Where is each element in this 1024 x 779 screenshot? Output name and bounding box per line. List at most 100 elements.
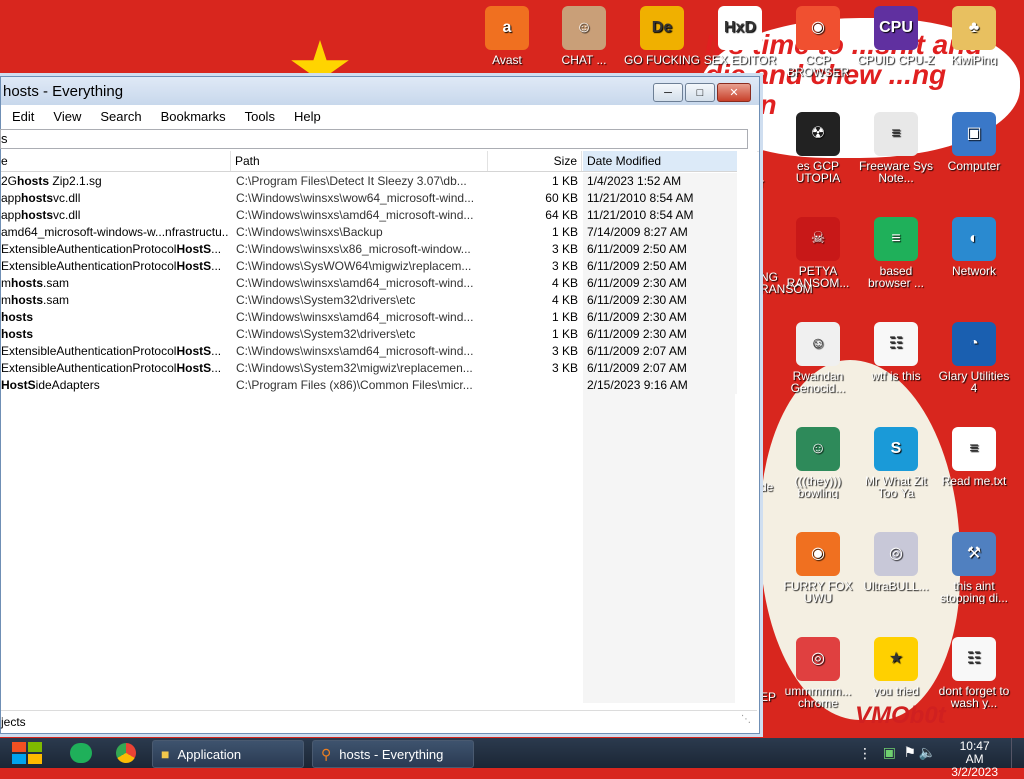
desktop-icon[interactable]: De GO FUCKING: [623, 6, 701, 66]
volume-icon[interactable]: 🔈: [919, 744, 936, 761]
desktop-icon[interactable]: ◉ CCP BROWSER: [779, 6, 857, 78]
desktop-icon[interactable]: ≡ Read me.txt: [935, 427, 1013, 487]
desktop-icon[interactable]: ☠ PETYA RANSOM...: [779, 217, 857, 289]
taskbar-item-everything[interactable]: ⚲ hosts - Everything: [312, 740, 474, 768]
row-name-match: hosts: [11, 276, 44, 290]
desktop-icon[interactable]: HxD SEX EDITOR: [701, 6, 779, 66]
row-name-part: ExtensibleAuthenticationProtocol: [1, 259, 177, 273]
table-row[interactable]: ExtensibleAuthenticationProtocolHostS...…: [1, 360, 737, 377]
column-header-name[interactable]: e: [1, 151, 231, 171]
pinned-chrome-icon[interactable]: [116, 743, 136, 763]
close-button[interactable]: ✕: [717, 83, 751, 102]
menu-view[interactable]: View: [42, 109, 89, 124]
desktop-icon[interactable]: ♣ KiwiPing: [935, 6, 1013, 66]
row-path: C:\Windows\winsxs\amd64_microsoft-wind..…: [236, 276, 474, 290]
desktop-icon[interactable]: ≡ based browser ...: [857, 217, 935, 289]
desktop-icon[interactable]: ◎ ummmmm... chrome: [779, 637, 857, 709]
desktop-icon-label: UltraBULL...: [863, 580, 929, 592]
row-name-match: HostS: [176, 259, 212, 273]
row-name-part: .sam: [43, 293, 70, 307]
desktop-icon[interactable]: a Avast: [468, 6, 546, 66]
resize-grip-icon[interactable]: ⋱: [741, 709, 751, 731]
desktop-icon[interactable]: ◉ FURRY FOX UWU: [779, 532, 857, 604]
row-name-part: ...: [211, 361, 222, 375]
row-name: 2Ghosts Zip2.1.sg: [1, 173, 228, 190]
desktop-icon[interactable]: ◔ Glary Utilities 4: [935, 322, 1013, 394]
meme-bottom-text: VMOb0t: [855, 702, 946, 729]
row-name-match: HostS: [176, 344, 212, 358]
table-row[interactable]: 2Ghosts Zip2.1.sg C:\Program Files\Detect…: [1, 173, 737, 190]
desktop-icon[interactable]: ☷ dont forget to wash y...: [935, 637, 1013, 709]
table-row[interactable]: mhosts.sam C:\Windows\System32\drivers\et…: [1, 292, 737, 309]
table-row[interactable]: HostSideAdapters C:\Program Files (x86)\C…: [1, 377, 737, 394]
table-row[interactable]: apphostsvc.dll C:\Windows\winsxs\amd64_mi…: [1, 207, 737, 224]
column-header-date[interactable]: Date Modified: [583, 151, 738, 171]
desktop-icon[interactable]: ☺ CHAT ...: [545, 6, 623, 66]
start-button[interactable]: [10, 738, 44, 768]
row-date: 2/15/2023 9:16 AM: [587, 377, 737, 394]
row-name-part: ExtensibleAuthenticationProtocol: [1, 344, 177, 358]
table-row[interactable]: ExtensibleAuthenticationProtocolHostS...…: [1, 258, 737, 275]
table-row[interactable]: mhosts.sam C:\Windows\winsxs\amd64_micros…: [1, 275, 737, 292]
row-path: C:\Windows\winsxs\wow64_microsoft-wind..…: [236, 191, 475, 205]
menu-edit[interactable]: Edit: [1, 109, 42, 124]
column-header-path[interactable]: Path: [231, 151, 488, 171]
table-row[interactable]: amd64_microsoft-windows-w...nfrastructu.…: [1, 224, 737, 241]
table-row[interactable]: ExtensibleAuthenticationProtocolHostS...…: [1, 241, 737, 258]
table-row[interactable]: ExtensibleAuthenticationProtocolHostS...…: [1, 343, 737, 360]
desktop-icon-label: Mr What Zit Too Ya: [865, 475, 927, 499]
desktop-icon-label: SEX EDITOR: [703, 54, 777, 66]
maximize-button[interactable]: □: [685, 83, 715, 102]
taskbar-item-label: hosts - Everything: [339, 746, 444, 762]
taskbar-item-application[interactable]: ■ Application: [152, 740, 304, 768]
menu-help[interactable]: Help: [283, 109, 329, 124]
menu-bookmarks[interactable]: Bookmarks: [150, 109, 234, 124]
column-header-size[interactable]: Size: [487, 151, 582, 171]
desktop-icon[interactable]: ≡ Freeware Sys Note...: [857, 112, 935, 184]
desktop-icon[interactable]: ◎ UltraBULL...: [857, 532, 935, 592]
minimize-button[interactable]: ─: [653, 83, 683, 102]
desktop-icon[interactable]: ☷ wtf is this: [857, 322, 935, 382]
network-icon[interactable]: ▣: [883, 744, 896, 761]
window-titlebar[interactable]: hosts - Everything ─ □ ✕: [1, 77, 759, 105]
menu-search[interactable]: Search: [89, 109, 149, 124]
table-row[interactable]: apphostsvc.dll C:\Windows\winsxs\wow64_mi…: [1, 190, 737, 207]
desktop-icon[interactable]: S Mr What Zit Too Ya: [857, 427, 935, 499]
desktop-icon-label: ummmmm... chrome: [784, 685, 852, 709]
desktop-icon[interactable]: ☺ (((they))) bowling: [779, 427, 857, 499]
everything-window[interactable]: hosts - Everything ─ □ ✕ Edit View Search B…: [0, 76, 760, 734]
taskbar-item-label: Application: [177, 746, 242, 762]
desktop-icon[interactable]: ▣ Computer: [935, 112, 1013, 172]
flag-icon[interactable]: ⚑: [903, 744, 916, 761]
desktop-icon[interactable]: CPU CPUID CPU-Z: [857, 6, 935, 66]
row-path: C:\Windows\winsxs\x86_microsoft-window..…: [236, 242, 471, 256]
row-size: 1 KB: [551, 174, 578, 188]
tray-overflow-icon[interactable]: ⋮: [858, 745, 872, 762]
desktop-icon[interactable]: ☢ es GCP UTOPIA: [779, 112, 857, 184]
table-row[interactable]: hosts C:\Windows\winsxs\amd64_microsoft-w…: [1, 309, 737, 326]
table-row[interactable]: hosts C:\Windows\System32\drivers\etc 1 KB…: [1, 326, 737, 343]
desktop-icon[interactable]: ⚒ this aint stopping di...: [935, 532, 1013, 604]
menu-tools[interactable]: Tools: [234, 109, 283, 124]
show-desktop-button[interactable]: [1011, 738, 1024, 768]
search-input[interactable]: s: [0, 129, 748, 149]
desktop-icon[interactable]: ☺ Rwandan Genocid...: [779, 322, 857, 394]
pinned-browser-icon[interactable]: [70, 743, 92, 763]
row-name-part: .sam: [43, 276, 70, 290]
row-name-part: m: [1, 293, 11, 307]
desktop-icon[interactable]: ◐ Network: [935, 217, 1013, 277]
desktop-icon-image: ☺: [562, 6, 606, 50]
desktop-icon-image: ◉: [796, 532, 840, 576]
row-name-part: ...: [211, 259, 222, 273]
desktop-icon[interactable]: ★ you tried: [857, 637, 935, 697]
taskbar: ■ Application ⚲ hosts - Everything ⋮ ▣ ⚑ 🔈 …: [0, 738, 1024, 779]
row-name-part: ideAdapters: [35, 378, 100, 392]
vertical-scroll-area[interactable]: [737, 151, 757, 711]
desktop-icon-image: CPU: [874, 6, 918, 50]
desktop-icon-label: wtf is this: [871, 370, 921, 382]
desktop-icon-image: ◎: [796, 637, 840, 681]
row-path: C:\Program Files (x86)\Common Files\micr…: [236, 378, 473, 392]
clock[interactable]: 10:47 AM 3/2/2023: [951, 740, 998, 779]
row-name: ExtensibleAuthenticationProtocolHostS...: [1, 241, 228, 258]
row-name-match: hosts: [1, 327, 34, 341]
